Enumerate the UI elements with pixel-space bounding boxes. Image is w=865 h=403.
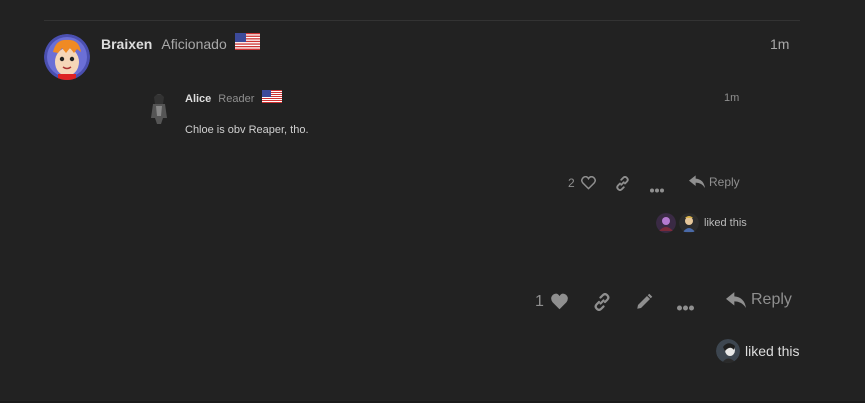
liked-this-text: liked this xyxy=(745,343,800,359)
liker-avatar[interactable] xyxy=(679,213,699,233)
reply-arrow-icon xyxy=(689,175,705,188)
link-icon[interactable] xyxy=(615,176,630,196)
post-likers: liked this xyxy=(716,339,799,363)
quote-avatar[interactable] xyxy=(145,92,173,124)
quote-header: Alice Reader xyxy=(185,90,283,108)
reply-arrow-icon xyxy=(726,291,746,308)
post-date[interactable]: 1m xyxy=(770,36,789,52)
link-icon[interactable] xyxy=(593,293,611,316)
quote-body: Chloe is obv Reaper, tho. xyxy=(185,124,309,136)
quote-like-count[interactable]: 2 xyxy=(568,176,575,190)
ellipsis-icon[interactable] xyxy=(677,298,694,316)
username[interactable]: Braixen xyxy=(101,36,152,52)
liked-this-text: liked this xyxy=(704,217,747,229)
us-flag-icon xyxy=(234,33,260,55)
us-flag-icon xyxy=(262,90,283,108)
ellipsis-icon[interactable] xyxy=(650,180,664,198)
reply-button[interactable]: Reply xyxy=(726,291,792,309)
user-title: Aficionado xyxy=(161,36,227,52)
liker-avatar[interactable] xyxy=(656,213,676,233)
heart-outline-icon[interactable] xyxy=(581,175,596,195)
quote-likers: liked this xyxy=(656,213,747,233)
post-header: Braixen Aficionado xyxy=(101,33,260,55)
liker-avatar[interactable] xyxy=(716,339,740,363)
reply-label: Reply xyxy=(751,291,792,308)
quote-reply-label: Reply xyxy=(709,175,740,189)
avatar[interactable] xyxy=(44,34,90,80)
quote-date[interactable]: 1m xyxy=(724,92,739,104)
quote-user-title: Reader xyxy=(218,93,255,105)
quote-reply-button[interactable]: Reply xyxy=(689,175,740,189)
divider xyxy=(44,20,800,21)
pencil-icon[interactable] xyxy=(635,293,653,316)
heart-icon[interactable] xyxy=(550,293,569,315)
like-count[interactable]: 1 xyxy=(535,293,544,311)
quote-username[interactable]: Alice xyxy=(185,93,211,105)
